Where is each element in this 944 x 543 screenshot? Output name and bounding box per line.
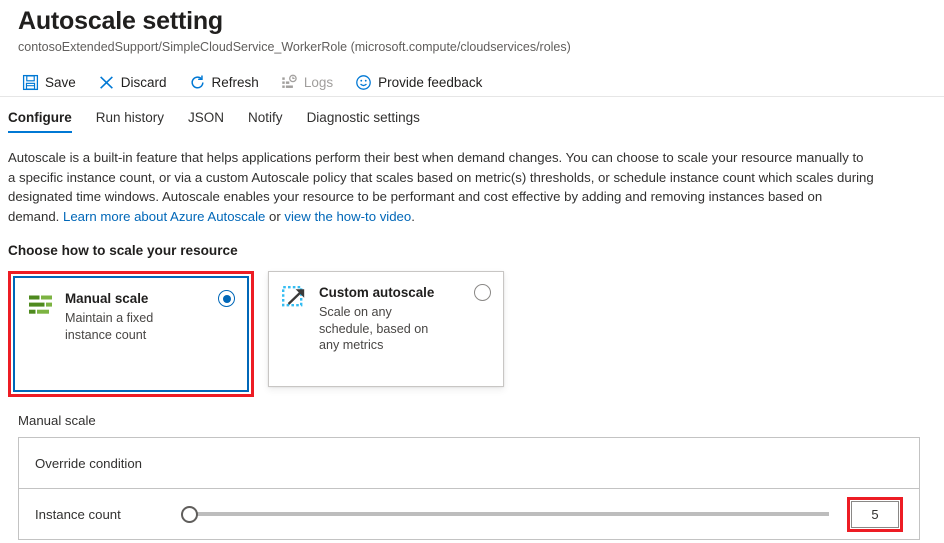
description-separator: or <box>265 209 284 224</box>
logs-icon <box>281 74 298 91</box>
manual-scale-card-wrap: Manual scale Maintain a fixed instance c… <box>8 271 254 397</box>
autoscale-setting-page: Autoscale setting contosoExtendedSupport… <box>0 0 944 543</box>
custom-autoscale-card[interactable]: Custom autoscale Scale on any schedule, … <box>268 271 504 387</box>
custom-autoscale-arrow-icon <box>282 286 308 312</box>
description-period: . <box>411 209 415 224</box>
manual-scale-subtitle: Maintain a fixed instance count <box>65 310 193 343</box>
override-condition-label: Override condition <box>35 456 142 471</box>
page-subtitle: contosoExtendedSupport/SimpleCloudServic… <box>18 39 944 55</box>
manual-scale-panel-label: Manual scale <box>18 413 944 428</box>
provide-feedback-label: Provide feedback <box>378 75 482 90</box>
discard-button[interactable]: Discard <box>96 68 169 96</box>
refresh-label: Refresh <box>212 75 259 90</box>
instance-count-slider-thumb[interactable] <box>181 506 198 523</box>
smiley-icon <box>355 74 372 91</box>
choose-scale-heading: Choose how to scale your resource <box>8 243 944 258</box>
page-title: Autoscale setting <box>18 6 944 36</box>
custom-autoscale-card-wrap: Custom autoscale Scale on any schedule, … <box>268 271 504 387</box>
discard-icon <box>98 74 115 91</box>
instance-count-label: Instance count <box>35 507 121 522</box>
save-label: Save <box>45 75 76 90</box>
tab-bar: Configure Run history JSON Notify Diagno… <box>0 105 944 133</box>
discard-label: Discard <box>121 75 167 90</box>
override-condition-row: Override condition <box>19 438 919 489</box>
manual-scale-title: Manual scale <box>65 290 193 307</box>
tab-configure[interactable]: Configure <box>8 110 72 133</box>
command-bar: Save Discard Refresh <box>18 68 944 96</box>
save-icon <box>22 74 39 91</box>
provide-feedback-button[interactable]: Provide feedback <box>353 68 484 96</box>
learn-more-link[interactable]: Learn more about Azure Autoscale <box>63 209 265 224</box>
refresh-icon <box>189 74 206 91</box>
logs-label: Logs <box>304 75 333 90</box>
manual-scale-bars-icon <box>28 292 54 318</box>
save-button[interactable]: Save <box>20 68 78 96</box>
logs-button: Logs <box>279 68 335 96</box>
manual-scale-panel: Override condition Instance count 5 <box>18 437 920 540</box>
description-paragraph: Autoscale is a built-in feature that hel… <box>8 148 874 226</box>
refresh-button[interactable]: Refresh <box>187 68 261 96</box>
instance-count-value-wrap: 5 <box>847 497 903 532</box>
tab-notify[interactable]: Notify <box>248 110 283 133</box>
instance-count-input[interactable]: 5 <box>851 501 899 528</box>
tab-diagnostic-settings[interactable]: Diagnostic settings <box>307 110 420 133</box>
instance-count-slider[interactable] <box>195 512 829 516</box>
custom-autoscale-title: Custom autoscale <box>319 284 447 301</box>
page-header: Autoscale setting contosoExtendedSupport… <box>0 0 944 96</box>
custom-autoscale-radio[interactable] <box>474 284 491 301</box>
scale-options: Manual scale Maintain a fixed instance c… <box>8 271 944 397</box>
custom-autoscale-subtitle: Scale on any schedule, based on any metr… <box>319 304 447 354</box>
command-bar-divider <box>0 96 944 97</box>
instance-count-row: Instance count 5 <box>19 489 919 540</box>
manual-scale-card[interactable]: Manual scale Maintain a fixed instance c… <box>13 276 249 392</box>
how-to-video-link[interactable]: view the how-to video <box>284 209 411 224</box>
tab-json[interactable]: JSON <box>188 110 224 133</box>
instance-count-slider-area: 5 <box>181 497 903 532</box>
tab-run-history[interactable]: Run history <box>96 110 164 133</box>
manual-scale-radio[interactable] <box>218 290 235 307</box>
